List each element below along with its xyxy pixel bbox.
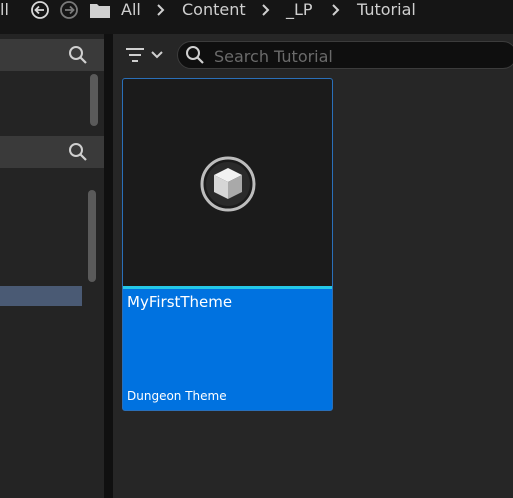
panel-splitter[interactable] [104,34,113,498]
search-box[interactable] [177,41,513,70]
filter-icon[interactable] [124,43,168,67]
search-icon [186,46,204,64]
selected-folder-row[interactable] [0,286,82,306]
asset-name: MyFirstTheme [127,293,233,311]
folders-scrollbar[interactable] [88,190,96,282]
search-icon[interactable] [68,142,88,162]
chevron-right-icon[interactable] [261,3,271,17]
back-arrow-icon[interactable] [30,0,50,20]
breadcrumb-item-all[interactable]: All [121,0,141,20]
chevron-right-icon[interactable] [331,3,341,17]
favorites-header[interactable] [0,39,104,71]
search-icon[interactable] [68,45,88,65]
asset-color-bar [123,286,332,289]
favorites-scrollbar[interactable] [90,74,98,126]
folder-icon[interactable] [89,1,111,19]
breadcrumb-item-tutorial[interactable]: Tutorial [357,0,416,20]
cube-icon [200,156,256,212]
clipped-toolbar-glyph: ll [0,0,9,19]
forward-arrow-icon[interactable] [59,0,79,20]
asset-type-label: Dungeon Theme [127,389,227,403]
breadcrumb-item-lp[interactable]: _LP [286,0,313,20]
asset-thumbnail [123,79,332,286]
folders-header[interactable] [0,136,104,168]
navigation-bar: ll All Content _LP Tutorial [0,0,513,34]
search-input[interactable] [212,42,506,70]
chevron-right-icon[interactable] [156,3,166,17]
breadcrumb-item-content[interactable]: Content [182,0,246,20]
asset-tile[interactable]: MyFirstTheme Dungeon Theme [122,78,333,411]
